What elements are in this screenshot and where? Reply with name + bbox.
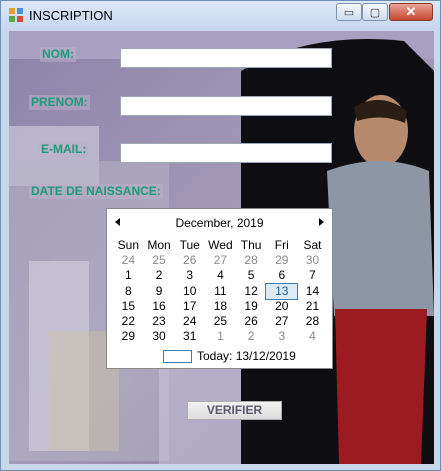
weekday-label: Sat bbox=[303, 238, 322, 252]
prenom-label: PRENOM: bbox=[29, 95, 90, 110]
calendar-month-title: December, 2019 bbox=[175, 216, 264, 230]
calendar-day[interactable]: 30 bbox=[297, 253, 328, 268]
calendar-day[interactable]: 23 bbox=[144, 314, 175, 329]
maximize-icon: ▢ bbox=[369, 6, 381, 19]
next-month-icon[interactable] bbox=[319, 218, 324, 226]
maximize-button[interactable]: ▢ bbox=[362, 3, 388, 21]
today-marker-icon bbox=[163, 350, 192, 363]
calendar-day[interactable]: 31 bbox=[174, 329, 205, 344]
calendar-day[interactable]: 14 bbox=[297, 284, 328, 299]
prev-month-icon[interactable] bbox=[115, 218, 120, 226]
date-of-birth-label: DATE DE NAISSANCE: bbox=[29, 184, 163, 199]
calendar-day[interactable]: 28 bbox=[297, 314, 328, 329]
minimize-button[interactable]: ▭ bbox=[336, 3, 362, 21]
calendar-week: 29 30 31 1 2 3 4 bbox=[113, 329, 328, 344]
calendar-header: December, 2019 bbox=[107, 215, 332, 231]
calendar-day[interactable]: 8 bbox=[113, 284, 144, 299]
calendar-day[interactable]: 10 bbox=[174, 284, 205, 299]
calendar-day[interactable]: 3 bbox=[266, 329, 297, 344]
calendar-day[interactable]: 7 bbox=[297, 268, 328, 283]
calendar-day[interactable]: 17 bbox=[174, 299, 205, 314]
calendar-day[interactable]: 26 bbox=[236, 314, 267, 329]
nom-input[interactable] bbox=[120, 48, 332, 68]
email-label: E-MAIL: bbox=[39, 142, 89, 157]
title-bar[interactable]: INSCRIPTION ▭ ▢ ✕ bbox=[1, 1, 440, 31]
weekday-label: Fri bbox=[274, 238, 289, 252]
calendar-day[interactable]: 29 bbox=[266, 253, 297, 268]
calendar-day[interactable]: 28 bbox=[236, 253, 267, 268]
calendar-today-footer[interactable]: Today: 13/12/2019 bbox=[107, 348, 332, 364]
app-icon bbox=[9, 8, 23, 22]
weekday-header-row: Sun Mon Tue Wed Thu Fri Sat bbox=[113, 238, 328, 253]
calendar-day[interactable]: 21 bbox=[297, 299, 328, 314]
calendar-week: 15 16 17 18 19 20 21 bbox=[113, 299, 328, 314]
calendar-week: 22 23 24 25 26 27 28 bbox=[113, 314, 328, 329]
close-button[interactable]: ✕ bbox=[389, 3, 433, 21]
close-icon: ✕ bbox=[405, 4, 417, 19]
inscription-window: INSCRIPTION ▭ ▢ ✕ NOM: PRENOM: E-MAIL: D… bbox=[0, 0, 441, 471]
calendar-day[interactable]: 1 bbox=[113, 268, 144, 283]
today-label: Today: 13/12/2019 bbox=[197, 349, 296, 363]
calendar-day[interactable]: 4 bbox=[205, 268, 236, 283]
calendar-day[interactable]: 5 bbox=[236, 268, 267, 283]
calendar-day[interactable]: 12 bbox=[236, 284, 267, 299]
calendar-day[interactable]: 25 bbox=[205, 314, 236, 329]
calendar-week: 24 25 26 27 28 29 30 bbox=[113, 253, 328, 268]
calendar-day[interactable]: 15 bbox=[113, 299, 144, 314]
prenom-input[interactable] bbox=[120, 96, 332, 116]
nom-label: NOM: bbox=[40, 47, 76, 62]
calendar-day[interactable]: 29 bbox=[113, 329, 144, 344]
calendar-day[interactable]: 2 bbox=[236, 329, 267, 344]
calendar-day[interactable]: 24 bbox=[174, 314, 205, 329]
weekday-label: Thu bbox=[240, 238, 262, 252]
calendar-week: 1 2 3 4 5 6 7 bbox=[113, 268, 328, 283]
calendar-day[interactable]: 25 bbox=[144, 253, 175, 268]
form-area: NOM: PRENOM: E-MAIL: DATE DE NAISSANCE: … bbox=[9, 31, 434, 464]
email-input[interactable] bbox=[120, 143, 332, 163]
calendar-day-selected[interactable]: 13 bbox=[265, 282, 299, 300]
weekday-label: Mon bbox=[147, 238, 171, 252]
calendar-day[interactable]: 24 bbox=[113, 253, 144, 268]
calendar-day[interactable]: 3 bbox=[174, 268, 205, 283]
window-title: INSCRIPTION bbox=[29, 8, 113, 23]
calendar-day[interactable]: 11 bbox=[205, 284, 236, 299]
weekday-label: Tue bbox=[179, 238, 200, 252]
verify-button[interactable]: VERIFIER bbox=[187, 401, 282, 420]
calendar-day[interactable]: 19 bbox=[236, 299, 267, 314]
calendar-day[interactable]: 6 bbox=[266, 268, 297, 283]
date-picker-calendar[interactable]: December, 2019 Sun Mon Tue Wed Thu Fri S… bbox=[106, 208, 333, 369]
calendar-day[interactable]: 2 bbox=[144, 268, 175, 283]
calendar-day[interactable]: 30 bbox=[144, 329, 175, 344]
calendar-day[interactable]: 16 bbox=[144, 299, 175, 314]
calendar-day[interactable]: 18 bbox=[205, 299, 236, 314]
calendar-day[interactable]: 4 bbox=[297, 329, 328, 344]
calendar-week: 8 9 10 11 12 13 14 bbox=[113, 282, 328, 300]
calendar-day[interactable]: 9 bbox=[144, 284, 175, 299]
calendar-day[interactable]: 27 bbox=[205, 253, 236, 268]
weekday-label: Wed bbox=[208, 238, 233, 252]
calendar-day[interactable]: 26 bbox=[174, 253, 205, 268]
calendar-day[interactable]: 27 bbox=[266, 314, 297, 329]
calendar-day[interactable]: 1 bbox=[205, 329, 236, 344]
weekday-label: Sun bbox=[117, 238, 140, 252]
calendar-day[interactable]: 20 bbox=[266, 299, 297, 314]
minimize-icon: ▭ bbox=[343, 6, 355, 19]
calendar-day[interactable]: 22 bbox=[113, 314, 144, 329]
calendar-grid: Sun Mon Tue Wed Thu Fri Sat 24 25 26 27 … bbox=[113, 238, 328, 344]
